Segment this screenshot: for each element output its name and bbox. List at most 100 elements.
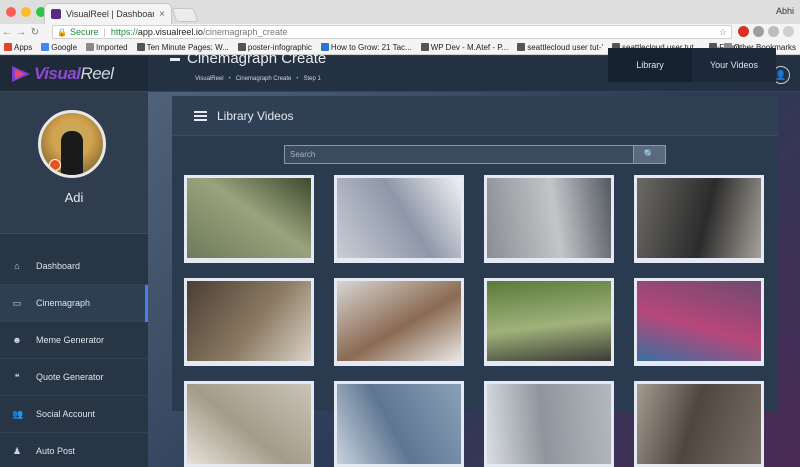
- sidebar: VisualReel Adi ⌂ Dashboard ▭ Cinemagraph ☻ Me…: [0, 56, 148, 467]
- extension-gear-icon[interactable]: [753, 26, 764, 37]
- video-thumbnail[interactable]: [484, 381, 614, 467]
- url-path: /cinemagraph_create: [202, 27, 288, 37]
- sidebar-item-label: Dashboard: [36, 261, 81, 271]
- video-thumbnail-image: [637, 281, 761, 361]
- extension-icons: [738, 26, 794, 37]
- video-thumbnail[interactable]: [634, 381, 764, 467]
- browser-tab[interactable]: VisualReel | Dashboard ×: [44, 3, 172, 24]
- close-window-button[interactable]: [6, 7, 16, 17]
- search-icon: 🔍: [643, 149, 656, 159]
- tab-library[interactable]: Library: [608, 48, 692, 82]
- tab-your-videos[interactable]: Your Videos: [692, 48, 776, 82]
- person-icon: ♟: [12, 445, 22, 456]
- sidebar-item-quote-generator[interactable]: ❝ Quote Generator: [0, 359, 148, 396]
- bookmark-item[interactable]: How to Grow: 21 Tac...: [320, 42, 412, 52]
- users-icon: 👥: [12, 408, 24, 419]
- sidebar-item-dashboard[interactable]: ⌂ Dashboard: [0, 248, 148, 285]
- extension-grey-icon[interactable]: [768, 26, 779, 37]
- panel-title: Library Videos: [217, 108, 294, 123]
- new-tab-button[interactable]: [171, 8, 199, 22]
- bookmark-label: Google: [51, 42, 78, 52]
- sidebar-item-cinemagraph[interactable]: ▭ Cinemagraph: [0, 285, 148, 322]
- bookmark-favicon-icon: [517, 43, 526, 51]
- bookmark-favicon-icon: [420, 43, 429, 51]
- video-thumbnail[interactable]: [334, 381, 464, 467]
- browser-profile-name[interactable]: Abhi: [776, 6, 794, 16]
- video-thumbnail-image: [187, 281, 311, 361]
- source-tabs: Library Your Videos: [608, 48, 776, 82]
- sidebar-item-social-account[interactable]: 👥 Social Account: [0, 396, 148, 433]
- profile-card: Adi: [0, 92, 148, 234]
- video-thumbnail[interactable]: [634, 175, 764, 263]
- username: Adi: [64, 190, 84, 205]
- avatar-photo: [61, 131, 83, 175]
- smiley-icon: ☻: [12, 335, 22, 345]
- url-scheme: https://: [110, 27, 138, 37]
- window-controls: [6, 7, 46, 17]
- tab-close-icon[interactable]: ×: [159, 9, 165, 20]
- extension-red-icon[interactable]: [738, 26, 749, 37]
- menu-dots-icon[interactable]: [783, 26, 794, 37]
- page-title: ▬ Cinemagraph Create: [170, 50, 326, 67]
- forward-arrow-icon[interactable]: →: [14, 27, 28, 38]
- home-icon: ⌂: [14, 261, 20, 271]
- video-thumbnail[interactable]: [334, 175, 464, 263]
- avatar-badge-icon: [49, 159, 61, 171]
- url-host: app.visualreel.io: [137, 27, 203, 37]
- logo-mark-icon: [12, 65, 30, 82]
- video-thumbnail[interactable]: [484, 175, 614, 263]
- browser-tab-bar: VisualReel | Dashboard × Abhi: [0, 0, 800, 24]
- library-panel: Library Videos 🔍: [172, 96, 778, 467]
- video-thumbnail[interactable]: [184, 278, 314, 366]
- tab-title: VisualReel | Dashboard: [66, 9, 155, 19]
- url-separator: |: [103, 27, 106, 37]
- bookmark-item[interactable]: Apps: [4, 43, 32, 52]
- search-bar: 🔍: [284, 145, 666, 164]
- bookmark-label: Imported: [96, 42, 128, 52]
- sidebar-item-label: Meme Generator: [36, 335, 105, 345]
- breadcrumb: VisualReel • Cinemagraph Create • Step 1: [195, 76, 326, 82]
- bookmark-label: Apps: [14, 42, 33, 52]
- breadcrumb-item[interactable]: Cinemagraph Create: [236, 76, 292, 82]
- sidebar-item-auto-post[interactable]: ♟ Auto Post: [0, 433, 148, 467]
- browser-toolbar: ← → ↻ 🔒 Secure | https:// app.visualreel…: [0, 24, 800, 40]
- sidebar-item-label: Quote Generator: [36, 372, 104, 382]
- bookmark-label: How to Grow: 21 Tac...: [330, 42, 412, 52]
- video-thumbnail-image: [337, 178, 461, 258]
- logo[interactable]: VisualReel: [0, 56, 148, 92]
- video-thumbnail-image: [337, 281, 461, 361]
- sidebar-item-label: Auto Post: [36, 446, 76, 456]
- page-title-text: Cinemagraph Create: [187, 50, 327, 67]
- video-thumbnail-image: [637, 384, 761, 464]
- video-thumbnail[interactable]: [184, 381, 314, 467]
- video-thumbnail[interactable]: [634, 278, 764, 366]
- search-input[interactable]: [284, 145, 634, 164]
- sidebar-item-label: Cinemagraph: [36, 298, 91, 308]
- video-thumbnail-image: [187, 384, 311, 464]
- avatar[interactable]: [38, 110, 106, 178]
- sidebar-menu: ⌂ Dashboard ▭ Cinemagraph ☻ Meme Generator ❝ Qu…: [0, 248, 148, 467]
- minimize-window-button[interactable]: [21, 7, 31, 17]
- video-thumbnail[interactable]: [184, 175, 314, 263]
- video-thumbnail-image: [337, 384, 461, 464]
- back-arrow-icon[interactable]: ←: [0, 27, 14, 38]
- search-button[interactable]: 🔍: [634, 145, 666, 164]
- bookmark-item[interactable]: Imported: [86, 43, 128, 52]
- breadcrumb-item[interactable]: VisualReel: [195, 76, 224, 82]
- reload-icon[interactable]: ↻: [28, 27, 42, 38]
- address-bar[interactable]: 🔒 Secure | https:// app.visualreel.io /c…: [52, 25, 732, 39]
- sidebar-item-meme-generator[interactable]: ☻ Meme Generator: [0, 322, 148, 359]
- bookmark-star-icon[interactable]: ☆: [719, 27, 727, 38]
- bookmark-favicon-icon: [136, 43, 145, 51]
- bookmark-item[interactable]: Google: [41, 43, 77, 52]
- page-header: ▬ Cinemagraph Create VisualReel • Cinema…: [170, 50, 326, 82]
- video-thumbnail[interactable]: [484, 278, 614, 366]
- bookmark-item[interactable]: seattlecloud user tut-': [517, 43, 603, 52]
- bookmark-item[interactable]: WP Dev - M.Atef - P...: [420, 42, 509, 52]
- sidebar-item-label: Social Account: [36, 409, 96, 419]
- video-thumbnail[interactable]: [334, 278, 464, 366]
- bookmark-favicon-icon: [41, 43, 50, 51]
- tab-favicon-icon: [51, 9, 61, 19]
- bookmark-label: WP Dev - M.Atef - P...: [430, 42, 509, 52]
- hamburger-icon: [194, 110, 207, 121]
